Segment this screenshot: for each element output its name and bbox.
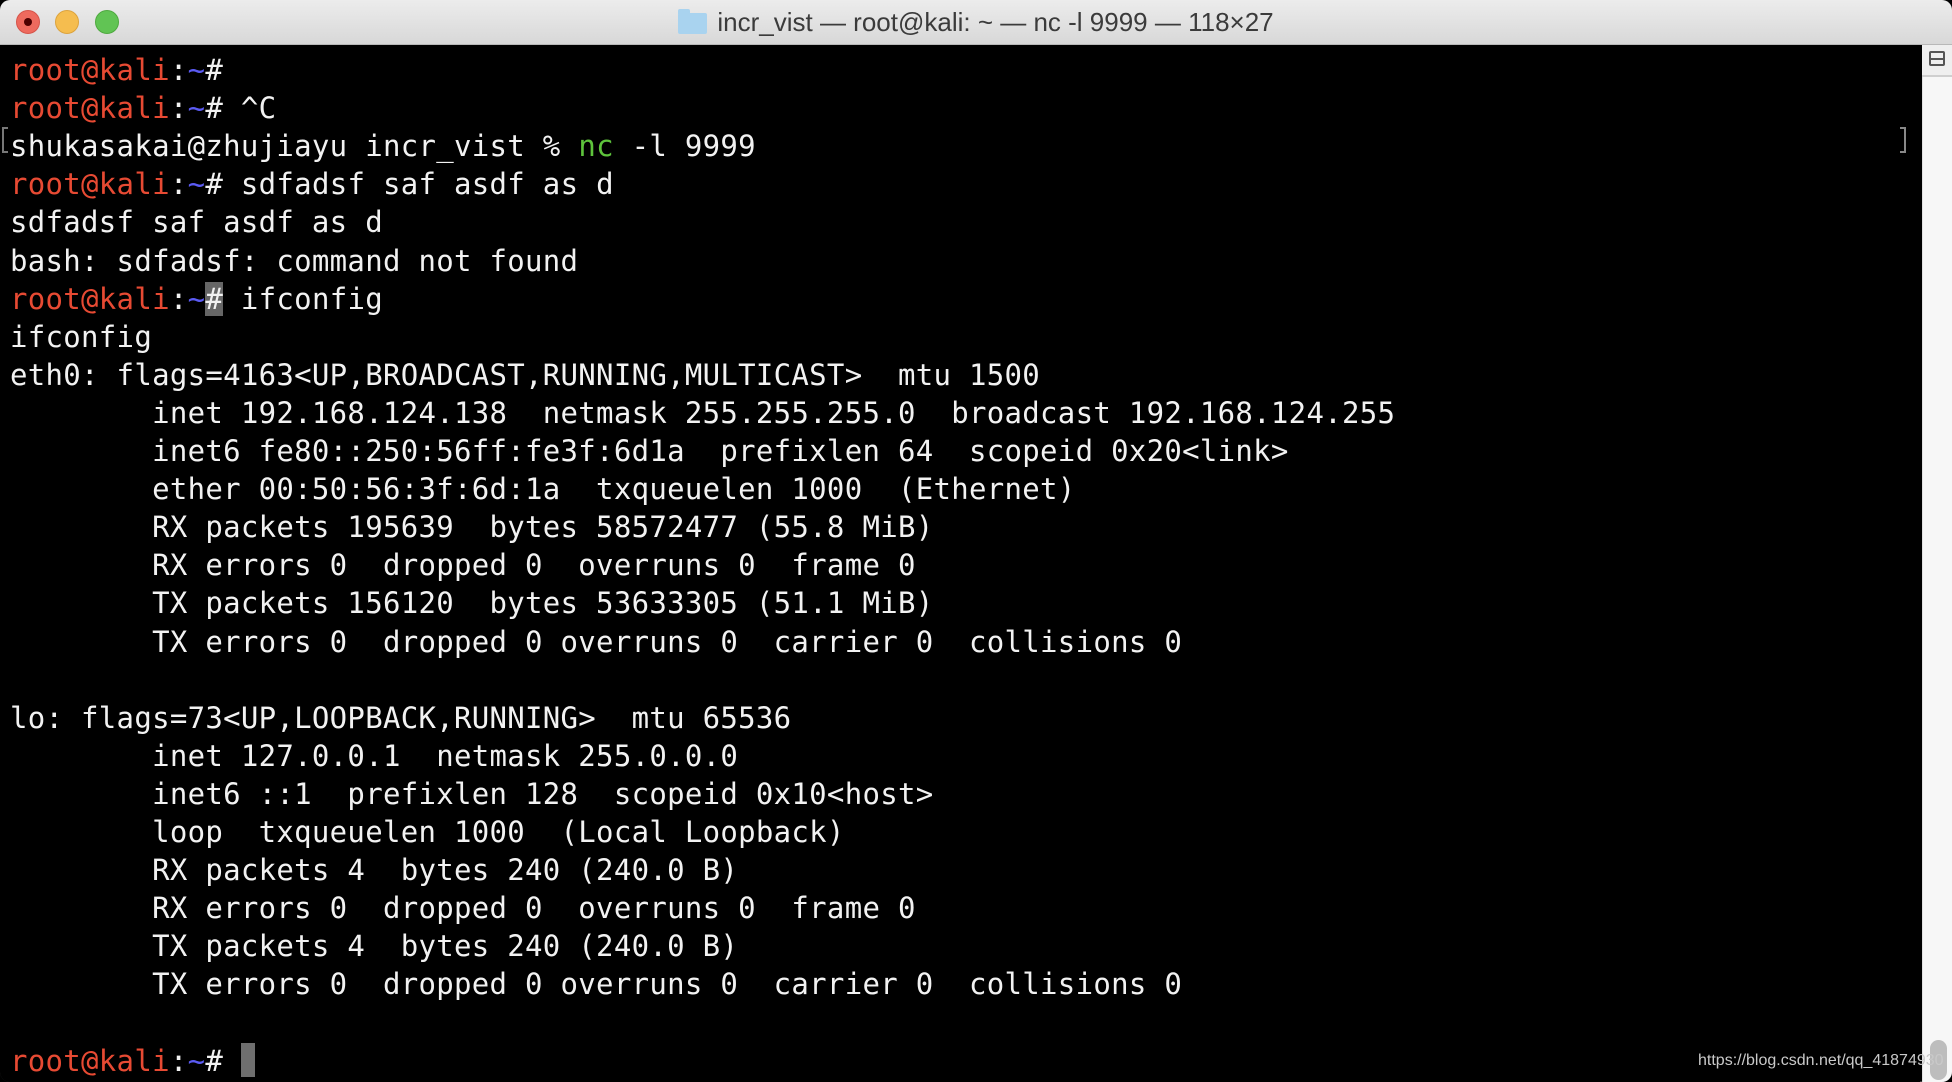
command-name: nc <box>578 129 614 164</box>
terminal-line: TX errors 0 dropped 0 overruns 0 carrier… <box>10 967 1183 1002</box>
command-text: sdfadsf saf asdf as d <box>223 167 614 202</box>
window-title: incr_vist — root@kali: ~ — nc -l 9999 — … <box>0 0 1952 44</box>
command-args: -l 9999 <box>613 129 756 164</box>
watermark-text: https://blog.csdn.net/qq_41874930 <box>1698 1052 1944 1069</box>
terminal-line: TX packets 4 bytes 240 (240.0 B) <box>10 929 739 964</box>
terminal-line: root@kali:~# ifconfig <box>10 280 383 318</box>
window-title-text: incr_vist — root@kali: ~ — nc -l 9999 — … <box>717 7 1274 37</box>
terminal-line: eth0: flags=4163<UP,BROADCAST,RUNNING,MU… <box>10 357 1041 392</box>
prompt-colon: : <box>169 1043 188 1078</box>
prompt-path: ~ <box>187 53 206 87</box>
terminal-line: inet6 ::1 prefixlen 128 scopeid 0x10<hos… <box>10 776 934 811</box>
terminal-line: TX errors 0 dropped 0 overruns 0 carrier… <box>10 624 1183 659</box>
terminal-line: lo: flags=73<UP,LOOPBACK,RUNNING> mtu 65… <box>10 700 792 735</box>
local-prompt: shukasakai@zhujiayu incr_vist % <box>10 129 579 164</box>
command-text <box>223 1044 241 1078</box>
prompt-user-host: root@kali <box>10 167 170 202</box>
command-text: ifconfig <box>223 281 383 316</box>
title-bar[interactable]: incr_vist — root@kali: ~ — nc -l 9999 — … <box>0 0 1952 45</box>
terminal-line: RX packets 4 bytes 240 (240.0 B) <box>10 853 739 888</box>
terminal-line: RX errors 0 dropped 0 overruns 0 frame 0 <box>10 891 916 926</box>
terminal-line: RX errors 0 dropped 0 overruns 0 frame 0 <box>10 548 916 583</box>
prompt-symbol: # <box>205 91 224 126</box>
prompt-colon: : <box>169 167 188 202</box>
terminal-line: root@kali:~# sdfadsf saf asdf as d <box>10 165 614 203</box>
prompt-symbol: # <box>205 1043 224 1078</box>
prompt-user-host: root@kali <box>10 1043 170 1078</box>
terminal-line: ether 00:50:56:3f:6d:1a txqueuelen 1000 … <box>10 472 1076 507</box>
mark-bracket-left <box>2 127 8 153</box>
terminal-line: root@kali:~# <box>10 1042 255 1080</box>
terminal-line: root@kali:~# <box>10 51 223 89</box>
prompt-user-host: root@kali <box>10 91 170 126</box>
terminal-output[interactable]: root@kali:~# root@kali:~# ^C shukasakai@zh… <box>0 45 1920 1082</box>
terminal-line: shukasakai@zhujiayu incr_vist % nc -l 99… <box>10 127 756 165</box>
split-pane-icon[interactable] <box>1922 45 1952 77</box>
terminal-window: incr_vist — root@kali: ~ — nc -l 9999 — … <box>0 0 1952 1082</box>
terminal-line: root@kali:~# ^C <box>10 89 276 127</box>
prompt-path: ~ <box>187 281 206 316</box>
terminal-line: inet6 fe80::250:56ff:fe3f:6d1a prefixlen… <box>10 434 1289 468</box>
command-text: ^C <box>223 91 277 126</box>
prompt-colon: : <box>169 91 188 126</box>
terminal-line: loop txqueuelen 1000 (Local Loopback) <box>10 815 845 849</box>
prompt-path: ~ <box>187 91 206 126</box>
prompt-symbol: # <box>205 281 224 316</box>
prompt-colon: : <box>169 281 188 316</box>
scrollbar-track[interactable] <box>1922 45 1952 1082</box>
text-cursor <box>240 1042 255 1077</box>
prompt-symbol: # <box>205 167 224 202</box>
prompt-colon: : <box>169 53 188 87</box>
terminal-line: sdfadsf saf asdf as d <box>10 205 383 240</box>
prompt-path: ~ <box>187 167 206 202</box>
prompt-path: ~ <box>187 1043 206 1078</box>
terminal-line: bash: sdfadsf: command not found <box>10 243 579 278</box>
prompt-symbol: # <box>205 53 224 87</box>
terminal-line: inet 192.168.124.138 netmask 255.255.255… <box>10 395 1396 430</box>
terminal-line: ifconfig <box>10 319 153 354</box>
terminal-line: RX packets 195639 bytes 58572477 (55.8 M… <box>10 510 934 545</box>
prompt-user-host: root@kali <box>10 281 170 316</box>
folder-icon <box>678 9 708 34</box>
terminal-line: TX packets 156120 bytes 53633305 (51.1 M… <box>10 586 934 621</box>
terminal-line: inet 127.0.0.1 netmask 255.0.0.0 <box>10 738 739 773</box>
prompt-user-host: root@kali <box>10 53 170 87</box>
mark-bracket-right <box>1900 127 1906 153</box>
